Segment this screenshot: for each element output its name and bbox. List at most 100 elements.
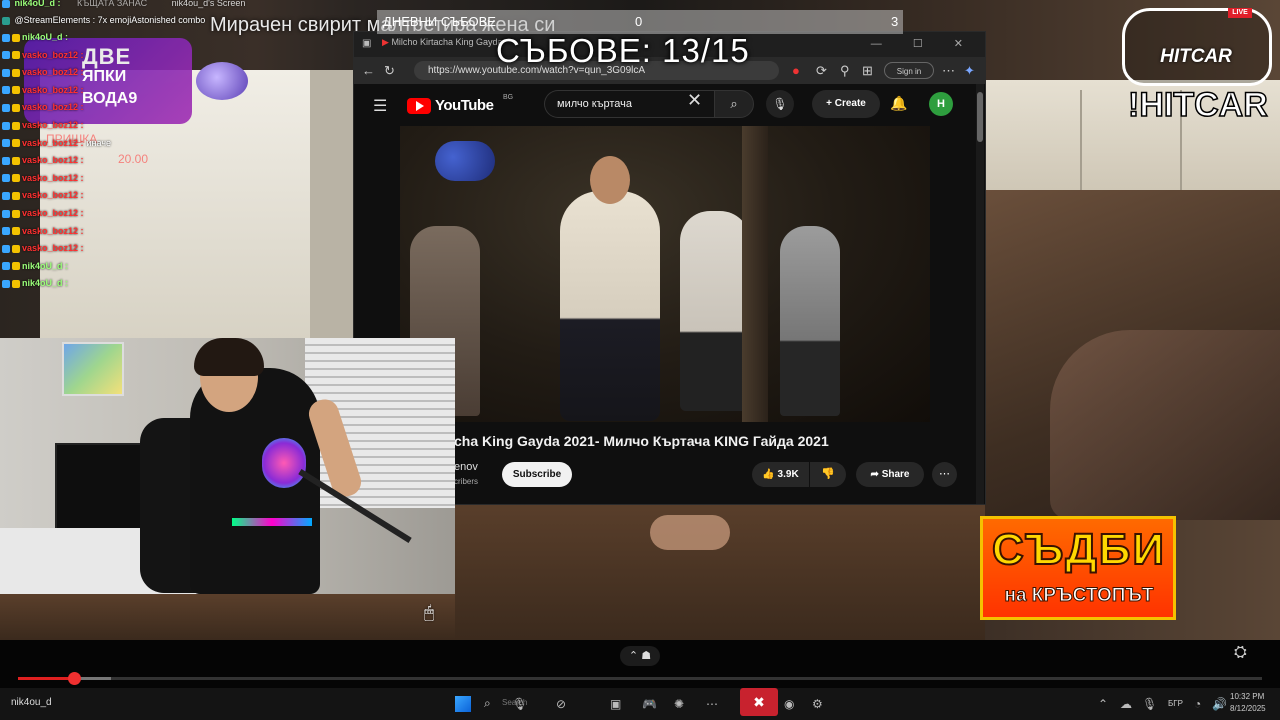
extension-icon[interactable]: ⊞ [862, 63, 873, 79]
badge-icon [12, 139, 20, 148]
region-code: BG [503, 94, 514, 101]
microphone-icon[interactable]: 🎙 [512, 697, 527, 711]
microphone-icon [196, 62, 248, 100]
video-balloons [435, 141, 495, 181]
badge-icon [2, 121, 10, 130]
chat-message: vasko_boz12 : [2, 155, 87, 169]
reload-icon[interactable]: ↻ [384, 63, 395, 79]
clock-time[interactable]: 10:32 PM [1230, 692, 1264, 701]
dislike-button[interactable]: 👎 [810, 462, 846, 487]
video-person [780, 226, 840, 416]
browser-more-icon[interactable]: ⋯ [942, 63, 955, 79]
screen-label: nik4ou_d's Screen [171, 0, 246, 8]
overlay-ghost-text: 20.00 [118, 152, 149, 166]
browser-menu-icon[interactable]: ▣ [362, 38, 371, 49]
chat-username: vasko_boz12 : [22, 225, 84, 236]
create-button[interactable]: + Create [812, 90, 880, 118]
channel-name[interactable]: enov [454, 461, 478, 473]
search-icon[interactable]: ⌕ [714, 90, 754, 118]
hamburger-menu-icon[interactable]: ☰ [373, 96, 387, 116]
chat-message: nik4oU_d : [2, 32, 71, 46]
sadbi-subtitle: на КРЪСТОПЪТ [1004, 585, 1154, 607]
extension-icon[interactable]: ⚲ [840, 63, 850, 79]
mic-tray-icon[interactable]: 🎙 [1142, 697, 1157, 711]
theater-mode-icon[interactable]: ⛭ [1234, 644, 1247, 662]
badge-icon [12, 209, 20, 218]
voice-search-icon[interactable]: 🎙 [766, 90, 794, 118]
seek-bar[interactable] [18, 672, 1262, 685]
thumbs-down-icon: 👎 [821, 468, 835, 480]
badge-icon [2, 244, 10, 253]
chat-message: vasko_boz12 : [2, 190, 87, 204]
window-controls[interactable]: — ☐ ✕ [871, 37, 977, 50]
chat-username: nik4oU_d : [14, 0, 61, 8]
badge-icon [12, 51, 20, 60]
cloud-icon[interactable]: ☁ [1120, 697, 1132, 711]
badge-icon [2, 280, 10, 289]
badge-icon [12, 156, 20, 165]
chat-message: nik4oU_d : [2, 278, 71, 292]
webcam-painting [62, 342, 124, 396]
badge-icon [12, 244, 20, 253]
webcam-streamer-hair [194, 338, 264, 376]
clear-search-icon[interactable]: ✕ [687, 90, 702, 111]
chat-message: nik4oU_d : [2, 261, 71, 275]
notifications-bell-icon[interactable]: 🔔 [890, 95, 907, 112]
volume-icon[interactable]: 🔊 [1212, 697, 1227, 711]
clock-date[interactable]: 8/12/2025 [1230, 704, 1266, 713]
chat-message: vasko_boz12 : [2, 173, 87, 187]
app-icon[interactable]: ⚙ [812, 697, 823, 711]
badge-icon [2, 262, 10, 271]
camera-off-icon[interactable]: ⊘ [556, 697, 566, 711]
account-avatar[interactable]: H [929, 92, 953, 116]
badge-icon [12, 86, 20, 95]
more-actions-icon[interactable]: ⋯ [932, 462, 957, 487]
chat-message: vasko_boz12 : [2, 120, 87, 134]
subscribe-button[interactable]: Subscribe [502, 462, 572, 487]
chat-message: vasko_boz12 : [2, 85, 87, 99]
seek-handle[interactable] [67, 672, 81, 685]
badge-icon [2, 104, 10, 113]
scrollbar-thumb[interactable] [977, 92, 983, 142]
expand-controls-button[interactable]: ⌃ ☗ [620, 646, 660, 666]
chat-message: vasko_boz12 : [2, 226, 87, 240]
badge-icon [12, 174, 20, 183]
wifi-icon[interactable]: ◔ [1194, 697, 1201, 711]
keyboard-language[interactable]: БГР [1168, 699, 1183, 708]
screen-share-icon[interactable]: ▣ [610, 697, 621, 711]
extension-icon[interactable]: ● [792, 63, 800, 78]
app-icon[interactable]: ◉ [784, 697, 794, 711]
back-icon[interactable]: ← [362, 63, 375, 78]
extension-icon[interactable]: ⟳ [816, 63, 827, 79]
chat-username: vasko_boz12 : [22, 120, 84, 130]
badge-icon [12, 227, 20, 236]
skull-shirt-print [262, 438, 306, 488]
active-app-icon[interactable]: ✖ [740, 688, 778, 716]
badge-icon [2, 139, 10, 148]
browser-signin-button[interactable]: Sign in [884, 62, 934, 79]
like-button[interactable]: 👍 3.9K [752, 462, 809, 487]
badge-icon [2, 174, 10, 183]
chat-username: vasko_boz12 : [22, 67, 84, 78]
badge-icon [12, 121, 20, 130]
hitcar-command: !HITCAR [1127, 85, 1268, 125]
more-icon[interactable]: ⋯ [706, 697, 718, 711]
gamepad-icon[interactable]: 🎮 [642, 697, 657, 711]
settings-icon[interactable]: ✺ [674, 697, 684, 711]
search-icon[interactable]: ⌕ [484, 696, 491, 711]
page-scrollbar[interactable] [976, 84, 984, 504]
badge-icon [12, 104, 20, 113]
badge-icon [2, 51, 10, 60]
video-player[interactable] [400, 126, 930, 422]
copilot-icon[interactable]: ✦ [964, 63, 975, 79]
tray-chevron-icon[interactable]: ⌃ [1098, 697, 1108, 711]
share-button[interactable]: ➦ Share [856, 462, 924, 487]
youtube-logo-text: YouTube [435, 97, 494, 114]
windows-start-icon[interactable] [455, 696, 471, 712]
badge-icon [2, 86, 10, 95]
taskbar-user[interactable]: nik4ou_d [11, 697, 52, 708]
stream-logo-text: ЯПКИ [82, 68, 127, 85]
daily-subs-bar: ДНЕВНИ СЪБОВЕ 0 3 [377, 10, 903, 34]
badge-icon [2, 156, 10, 165]
search-query: милчо къртача [557, 98, 632, 110]
